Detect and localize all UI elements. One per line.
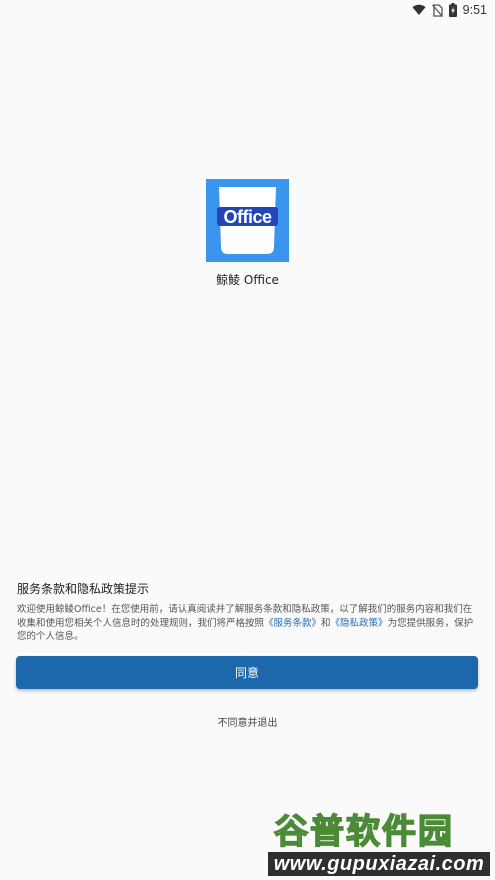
app-name: 鲸鲮 Office xyxy=(216,273,279,287)
agree-button[interactable]: 同意 xyxy=(16,656,478,689)
body-text-2: 和 xyxy=(321,617,331,629)
status-time: 9:51 xyxy=(462,3,487,17)
privacy-link[interactable]: 《隐私政策》 xyxy=(331,618,388,629)
app-screen: 9:51 Office 鲸鲮 Office 服务条款和隐私政策提示 欢迎使用鲸鲮… xyxy=(0,0,495,880)
decline-exit-link[interactable]: 不同意并退出 xyxy=(0,714,495,729)
wifi-icon xyxy=(412,4,426,16)
battery-charging-icon xyxy=(448,3,457,17)
logo-text: Office xyxy=(223,207,272,227)
status-icons: 9:51 xyxy=(412,3,487,17)
status-bar: 9:51 xyxy=(0,0,495,22)
no-sim-icon xyxy=(431,3,443,17)
watermark-title: 谷普软件园 xyxy=(273,811,454,853)
dialog-title: 服务条款和隐私政策提示 xyxy=(17,582,150,596)
terms-link[interactable]: 《服务条款》 xyxy=(264,618,321,629)
watermark-url: www.gupuxiazai.com xyxy=(268,852,490,876)
dialog-body: 欢迎使用鲸鲮Office！在您使用前，请认真阅读并了解服务条款和隐私政策，以了解… xyxy=(17,603,479,644)
watermark: 谷普软件园 www.gupuxiazai.com xyxy=(268,811,493,878)
app-logo: Office xyxy=(206,179,289,262)
